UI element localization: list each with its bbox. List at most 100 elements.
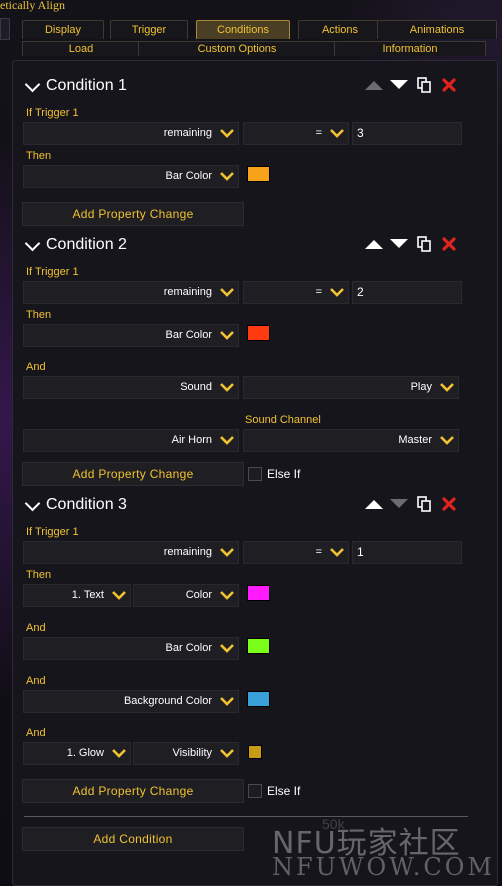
tab-animations[interactable]: Animations: [377, 20, 497, 39]
tab-trigger[interactable]: Trigger: [110, 20, 188, 39]
if-trigger-label: If Trigger 1: [26, 107, 79, 119]
dropdown-value: Air Horn: [171, 434, 212, 446]
dropdown-value: 1. Text: [71, 589, 104, 601]
chevron-down-icon[interactable]: [329, 125, 345, 141]
divider: [24, 816, 468, 817]
sound-channel-label: Sound Channel: [245, 414, 321, 426]
dropdown-value: remaining: [163, 127, 212, 139]
chevron-down-icon[interactable]: [439, 432, 455, 448]
dropdown-value: Bar Color: [165, 642, 212, 654]
and-property-dropdown[interactable]: Bar Color: [23, 637, 239, 660]
dropdown-value: 1. Glow: [66, 747, 104, 759]
color-swatch[interactable]: [247, 638, 270, 654]
color-swatch[interactable]: [248, 745, 262, 759]
add-property-change-button[interactable]: Add Property Change: [22, 779, 244, 803]
window-title: etically Align: [0, 0, 65, 12]
condition-property-dropdown[interactable]: remaining: [23, 281, 239, 304]
operator-dropdown[interactable]: =: [243, 122, 349, 145]
else-if-checkbox[interactable]: [248, 784, 262, 798]
move-down-icon[interactable]: [390, 80, 408, 90]
delete-icon[interactable]: [442, 497, 456, 511]
add-property-change-button[interactable]: Add Property Change: [22, 202, 244, 226]
color-swatch[interactable]: [247, 325, 270, 341]
chevron-down-icon[interactable]: [219, 745, 235, 761]
chevron-down-icon[interactable]: [329, 544, 345, 560]
and-label: And: [26, 361, 46, 373]
duplicate-icon[interactable]: [417, 77, 431, 93]
move-down-icon[interactable]: [390, 499, 408, 509]
condition-property-dropdown[interactable]: remaining: [23, 541, 239, 564]
color-swatch[interactable]: [247, 691, 270, 707]
tab-display[interactable]: Display: [22, 20, 104, 39]
dropdown-value: remaining: [163, 286, 212, 298]
add-property-change-button[interactable]: Add Property Change: [22, 462, 244, 486]
move-up-icon[interactable]: [365, 499, 383, 509]
dropdown-value: =: [315, 127, 322, 139]
and-target-dropdown[interactable]: 1. Glow: [23, 742, 131, 765]
and-property-dropdown[interactable]: Sound: [23, 376, 239, 399]
dropdown-value: =: [315, 546, 322, 558]
value-input[interactable]: 1: [352, 541, 462, 564]
input-value: 2: [357, 285, 364, 299]
color-swatch[interactable]: [247, 585, 270, 601]
duplicate-icon[interactable]: [417, 236, 431, 252]
delete-icon[interactable]: [442, 237, 456, 251]
operator-dropdown[interactable]: =: [243, 281, 349, 304]
condition-title: Condition 1: [46, 77, 127, 94]
tab-actions[interactable]: Actions: [298, 20, 382, 39]
chevron-down-icon[interactable]: [219, 587, 235, 603]
dropdown-value: =: [315, 286, 322, 298]
chevron-down-icon[interactable]: [329, 284, 345, 300]
input-value: 1: [357, 545, 364, 559]
chevron-down-icon[interactable]: [219, 640, 235, 656]
chevron-down-icon[interactable]: [219, 693, 235, 709]
chevron-down-icon[interactable]: [111, 745, 127, 761]
tab-load[interactable]: Load: [22, 41, 140, 56]
move-up-icon[interactable]: [365, 80, 383, 90]
sound-channel-dropdown[interactable]: Master: [243, 429, 459, 452]
sound-file-dropdown[interactable]: Air Horn: [23, 429, 239, 452]
dropdown-value: Visibility: [172, 747, 212, 759]
tab-information[interactable]: Information: [334, 41, 486, 56]
add-condition-button[interactable]: Add Condition: [22, 827, 244, 851]
operator-dropdown[interactable]: =: [243, 541, 349, 564]
and-property-dropdown[interactable]: Visibility: [133, 742, 239, 765]
chevron-down-icon[interactable]: [219, 379, 235, 395]
chevron-down-icon[interactable]: [219, 125, 235, 141]
chevron-down-icon[interactable]: [439, 379, 455, 395]
tab-custom-options[interactable]: Custom Options: [138, 41, 336, 56]
duplicate-icon[interactable]: [417, 496, 431, 512]
and-label: And: [26, 675, 46, 687]
then-property-dropdown[interactable]: Color: [133, 584, 239, 607]
chevron-down-icon[interactable]: [219, 327, 235, 343]
chevron-down-icon[interactable]: [219, 168, 235, 184]
else-if-label: Else If: [267, 467, 301, 481]
value-input[interactable]: 3: [352, 122, 462, 145]
left-edge-control: [0, 18, 10, 40]
chevron-down-icon[interactable]: [219, 284, 235, 300]
chevron-down-icon[interactable]: [111, 587, 127, 603]
then-property-dropdown[interactable]: Bar Color: [23, 165, 239, 188]
dropdown-value: Bar Color: [165, 170, 212, 182]
then-property-dropdown[interactable]: Bar Color: [23, 324, 239, 347]
else-if-checkbox[interactable]: [248, 467, 262, 481]
else-if-label: Else If: [267, 784, 301, 798]
dropdown-value: Bar Color: [165, 329, 212, 341]
condition-property-dropdown[interactable]: remaining: [23, 122, 239, 145]
if-trigger-label: If Trigger 1: [26, 526, 79, 538]
color-swatch[interactable]: [247, 166, 270, 182]
delete-icon[interactable]: [442, 78, 456, 92]
chevron-down-icon[interactable]: [219, 544, 235, 560]
tab-conditions[interactable]: Conditions: [196, 20, 290, 39]
condition-title: Condition 3: [46, 496, 127, 513]
and-label: And: [26, 727, 46, 739]
move-up-icon[interactable]: [365, 239, 383, 249]
and-label: And: [26, 622, 46, 634]
move-down-icon[interactable]: [390, 239, 408, 249]
value-input[interactable]: 2: [352, 281, 462, 304]
dropdown-value: Background Color: [123, 695, 212, 707]
sound-action-dropdown[interactable]: Play: [243, 376, 459, 399]
and-property-dropdown[interactable]: Background Color: [23, 690, 239, 713]
then-target-dropdown[interactable]: 1. Text: [23, 584, 131, 607]
chevron-down-icon[interactable]: [219, 432, 235, 448]
